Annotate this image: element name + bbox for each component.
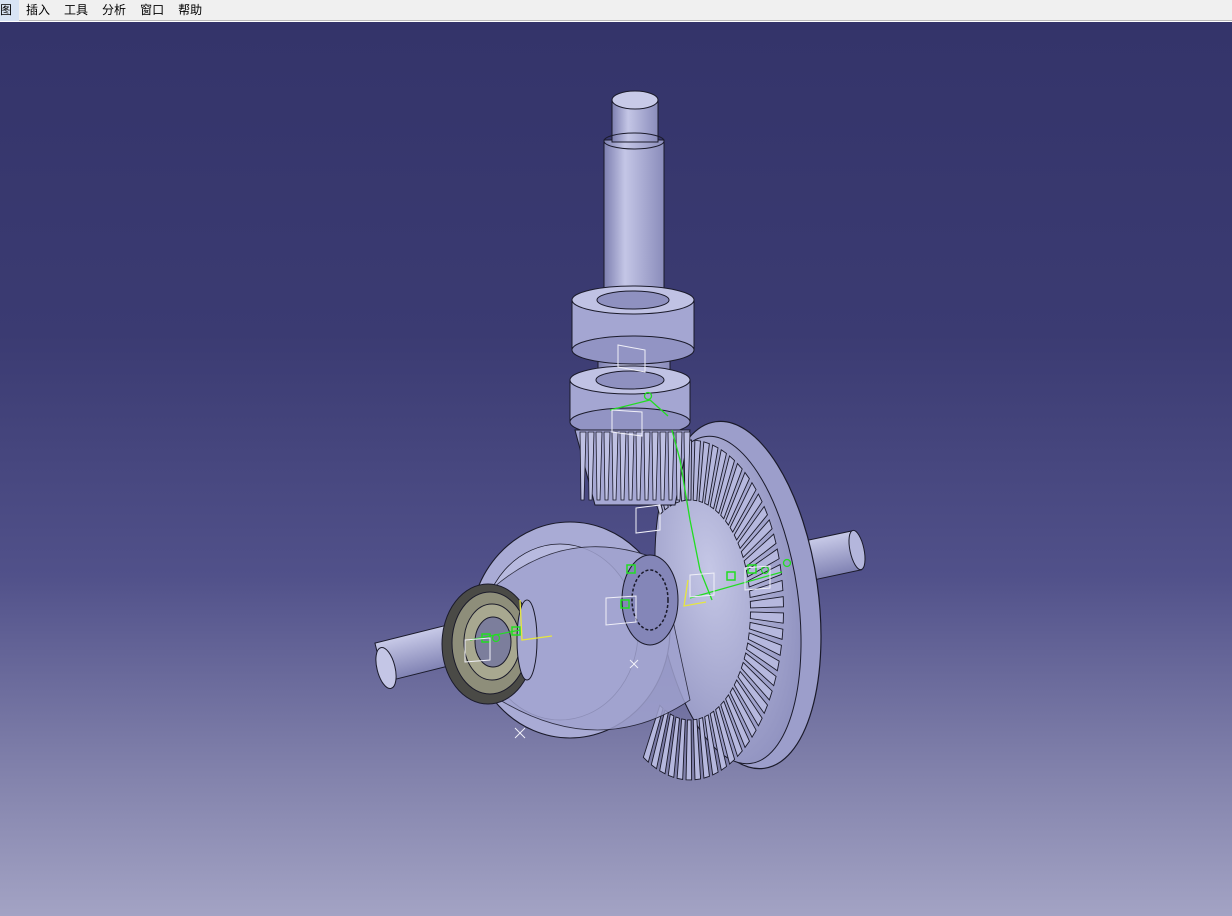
menu-insert[interactable]: 插入 (19, 0, 57, 21)
pinion-gear (574, 429, 691, 506)
menu-tools[interactable]: 工具 (57, 0, 95, 21)
gear-assembly-model[interactable] (0, 22, 1232, 916)
menu-view[interactable]: 图 (0, 0, 20, 21)
menu-analyze[interactable]: 分析 (95, 0, 133, 21)
menu-bar: 图 插入 工具 分析 窗口 帮助 (0, 0, 1232, 21)
pinion-gear-tooth (579, 431, 587, 501)
upper-bearing (571, 285, 695, 365)
menu-window[interactable]: 窗口 (133, 0, 171, 21)
3d-viewport[interactable] (0, 22, 1232, 916)
ring-gear-tooth (685, 719, 693, 781)
lower-bearing (569, 365, 691, 437)
menu-help[interactable]: 帮助 (171, 0, 209, 21)
